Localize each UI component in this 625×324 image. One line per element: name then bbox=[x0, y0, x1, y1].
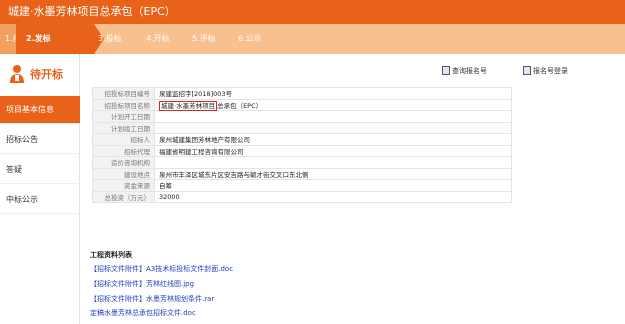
name-suffix: 总承包（EPC） bbox=[217, 101, 263, 110]
sidebar-item-qa[interactable]: 答疑 bbox=[0, 156, 80, 184]
highlighted-name: 城建·水墨芳林项目 bbox=[159, 100, 218, 111]
document-icon bbox=[523, 66, 531, 75]
file-name: 定稿水墨芳林总承包招标文件.doc bbox=[90, 309, 196, 317]
step-evaluation[interactable]: 5.评标 bbox=[192, 24, 216, 54]
file-link[interactable]: 定稿水墨芳林总承包招标文件.doc bbox=[90, 308, 196, 318]
file-name: 水墨芳林规划条件.rar bbox=[146, 295, 215, 303]
field-label: 招投标项目名称 bbox=[92, 98, 155, 111]
sidebar-item-award[interactable]: 中标公示 bbox=[0, 186, 80, 214]
field-value: 自筹 bbox=[154, 179, 512, 192]
table-row: 招投标项目编号 泉建监招字[2018]003号 bbox=[92, 87, 512, 100]
person-icon bbox=[10, 65, 24, 83]
step-tender[interactable]: 3.投标 bbox=[98, 24, 122, 54]
registration-login-label: 报名号登录 bbox=[533, 67, 568, 75]
field-label: 造价咨询机构 bbox=[92, 156, 155, 169]
file-tag: 【招标文件附件】 bbox=[90, 265, 146, 273]
sidebar: 待开标 项目基本信息 招标公告 答疑 中标公示 bbox=[0, 54, 80, 324]
file-link[interactable]: 【招标文件附件】水墨芳林规划条件.rar bbox=[90, 294, 214, 304]
table-row: 招投标项目名称 城建·水墨芳林项目 总承包（EPC） bbox=[92, 98, 512, 111]
table-row: 建设地点 泉州市丰泽区城东片区安吉路与毓才街交叉口东北侧 bbox=[92, 167, 512, 180]
field-value: 城建·水墨芳林项目 总承包（EPC） bbox=[154, 98, 512, 111]
file-name: A3技术标投标文件封面.doc bbox=[146, 265, 234, 273]
sidebar-title: 待开标 bbox=[30, 68, 63, 81]
sidebar-header: 待开标 bbox=[0, 54, 80, 94]
field-value bbox=[154, 121, 512, 134]
registration-login-button[interactable]: 报名号登录 bbox=[523, 66, 568, 76]
main-content: 查询报名号 报名号登录 招投标项目编号 泉建监招字[2018]003号 招投标项… bbox=[80, 54, 625, 324]
sidebar-item-announcement[interactable]: 招标公告 bbox=[0, 126, 80, 154]
file-tag: 【招标文件附件】 bbox=[90, 280, 146, 288]
field-label: 计划开工日期 bbox=[92, 110, 155, 123]
query-registration-label: 查询报名号 bbox=[452, 67, 487, 75]
field-label: 总投资（万元） bbox=[92, 190, 155, 203]
field-label: 建设地点 bbox=[92, 167, 155, 180]
field-value: 泉州市丰泽区城东片区安吉路与毓才街交叉口东北侧 bbox=[154, 167, 512, 180]
field-label: 招标代理 bbox=[92, 144, 155, 157]
table-row: 资金来源 自筹 bbox=[92, 179, 512, 192]
step-issue[interactable]: 2.发标 bbox=[16, 24, 104, 54]
sidebar-item-project-info[interactable]: 项目基本信息 bbox=[0, 96, 80, 124]
query-registration-button[interactable]: 查询报名号 bbox=[442, 66, 487, 76]
table-row: 造价咨询机构 bbox=[92, 156, 512, 169]
table-row: 招标代理 福建省明建工程咨询有限公司 bbox=[92, 144, 512, 157]
table-row: 计划竣工日期 bbox=[92, 121, 512, 134]
field-value bbox=[154, 156, 512, 169]
table-row: 总投资（万元） 32000 bbox=[92, 190, 512, 203]
step-publicity[interactable]: 6.公示 bbox=[238, 24, 262, 54]
field-value: 泉州城建集团芳林地产有限公司 bbox=[154, 133, 512, 146]
window-title: 城建·水墨芳林项目总承包（EPC） bbox=[0, 0, 625, 24]
field-label: 招投标项目编号 bbox=[92, 87, 155, 100]
project-info-table: 招投标项目编号 泉建监招字[2018]003号 招投标项目名称 城建·水墨芳林项… bbox=[92, 87, 512, 203]
field-value: 32000 bbox=[154, 190, 512, 203]
field-value bbox=[154, 110, 512, 123]
field-label: 招标人 bbox=[92, 133, 155, 146]
progress-steps: 1.招标 2.发标 3.投标 4.开标 5.评标 6.公示 bbox=[0, 24, 625, 54]
step-opening[interactable]: 4.开标 bbox=[146, 24, 170, 54]
file-link[interactable]: 【招标文件附件】芳林红线图.jpg bbox=[90, 279, 194, 289]
document-icon bbox=[442, 66, 450, 75]
field-label: 计划竣工日期 bbox=[92, 121, 155, 134]
field-value: 泉建监招字[2018]003号 bbox=[154, 87, 512, 100]
table-row: 招标人 泉州城建集团芳林地产有限公司 bbox=[92, 133, 512, 146]
file-tag: 【招标文件附件】 bbox=[90, 295, 146, 303]
file-link[interactable]: 【招标文件附件】A3技术标投标文件封面.doc bbox=[90, 264, 233, 274]
field-value: 福建省明建工程咨询有限公司 bbox=[154, 144, 512, 157]
field-label: 资金来源 bbox=[92, 179, 155, 192]
file-name: 芳林红线图.jpg bbox=[146, 280, 195, 288]
file-list-title: 工程资料列表 bbox=[90, 251, 132, 259]
table-row: 计划开工日期 bbox=[92, 110, 512, 123]
